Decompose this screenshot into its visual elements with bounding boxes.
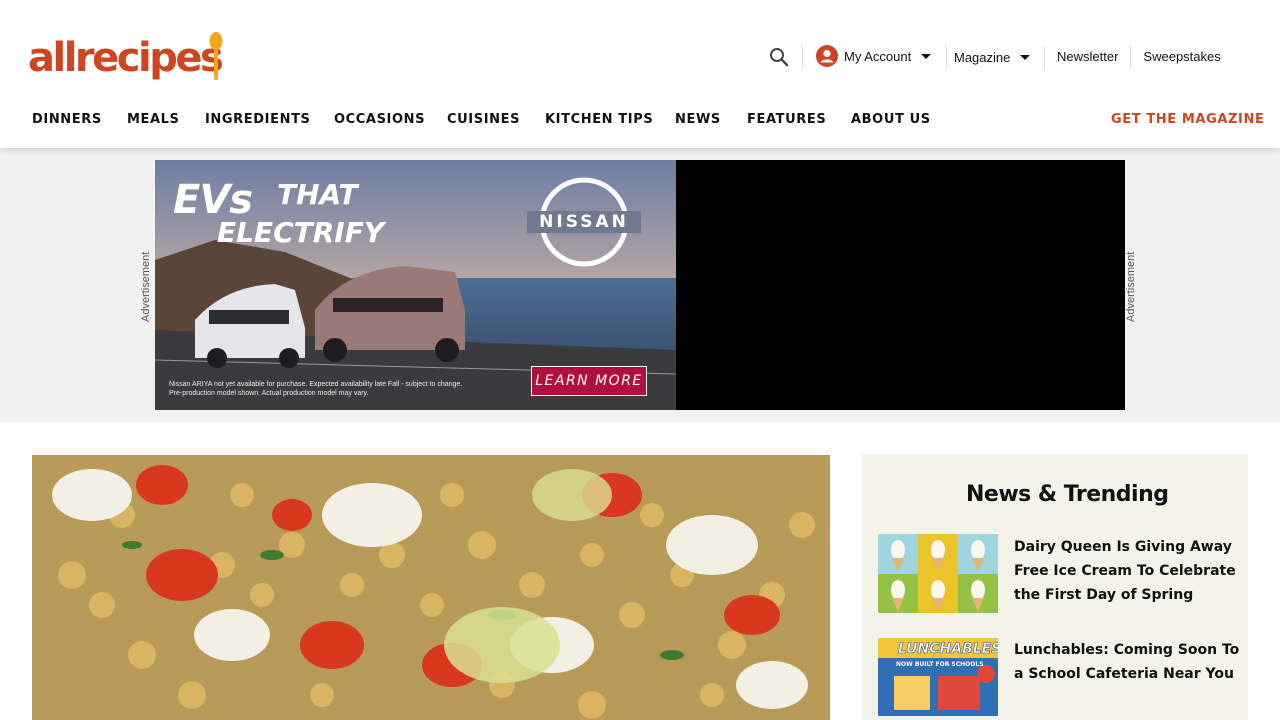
hero-image[interactable] — [32, 455, 830, 720]
account-icon — [816, 45, 838, 67]
lunchables-thumb-sub: NOW BUILT FOR SCHOOLS — [896, 661, 984, 668]
magazine-menu[interactable]: Magazine — [954, 47, 1031, 67]
divider — [946, 45, 947, 69]
nav-dinners[interactable]: DINNERS — [32, 110, 102, 130]
my-account-label: My Account — [844, 48, 912, 64]
ad-headline-evs: EVs — [173, 177, 253, 223]
header-links: Newsletter Sweepstakes — [1044, 45, 1237, 69]
roasted-chickpeas-photo — [32, 455, 830, 720]
site-header: allrecipes My Account Magazine Newslette… — [0, 0, 1280, 148]
get-the-magazine-link[interactable]: GET THE MAGAZINE — [1111, 110, 1264, 130]
search-icon — [770, 48, 789, 67]
divider — [802, 45, 803, 69]
ad-headline-electrify: ELECTRIFY — [217, 216, 385, 249]
nav-cuisines[interactable]: CUISINES — [447, 110, 520, 130]
my-account-menu[interactable]: My Account — [816, 44, 932, 68]
news-trending-title: News & Trending — [966, 482, 1169, 507]
ad-headline-that: THAT — [277, 178, 358, 211]
ice-cream-collage — [878, 534, 998, 613]
main-nav: DINNERS MEALS INGREDIENTS OCCASIONS CUIS… — [0, 110, 1280, 132]
newsletter-link[interactable]: Newsletter — [1044, 46, 1130, 68]
nav-news[interactable]: NEWS — [675, 110, 721, 130]
nav-features[interactable]: FEATURES — [747, 110, 826, 130]
ad-disclaimer[interactable]: Nissan ARIYA not yet available for purch… — [169, 380, 469, 398]
nissan-brand: NISSAN — [539, 212, 629, 232]
site-logo[interactable]: allrecipes — [28, 32, 224, 80]
lunchables-headline[interactable]: Lunchables: Coming Soon To a School Cafe… — [1014, 638, 1242, 686]
caret-down-icon — [921, 53, 932, 59]
ad-label-left: Advertisement — [140, 251, 152, 322]
caret-down-icon — [1020, 54, 1031, 60]
nav-about-us[interactable]: ABOUT US — [851, 110, 931, 130]
search-button[interactable] — [767, 44, 791, 70]
dairy-queen-thumbnail[interactable] — [878, 534, 998, 613]
magazine-label: Magazine — [954, 49, 1011, 65]
nav-occasions[interactable]: OCCASIONS — [334, 110, 425, 130]
learn-more-button[interactable]: LEARN MORE — [531, 366, 647, 396]
dairy-queen-headline[interactable]: Dairy Queen Is Giving Away Free Ice Crea… — [1014, 535, 1242, 607]
news-trending-panel: News & Trending Dairy Queen Is Giving Aw… — [862, 454, 1248, 720]
spoon-icon — [209, 32, 223, 80]
lunchables-thumbnail[interactable]: LUNCHABLES NOW BUILT FOR SCHOOLS — [878, 638, 998, 716]
ad-image: EVs THAT ELECTRIFY NISSAN Nissan ARIYA n… — [155, 160, 676, 410]
logo-text: allrecipes — [28, 35, 224, 81]
nav-ingredients[interactable]: INGREDIENTS — [205, 110, 311, 130]
lunchables-thumb-text: LUNCHABLES — [898, 641, 998, 658]
nav-meals[interactable]: MEALS — [127, 110, 180, 130]
sweepstakes-link[interactable]: Sweepstakes — [1130, 46, 1232, 68]
ad-banner[interactable]: EVs THAT ELECTRIFY NISSAN Nissan ARIYA n… — [155, 160, 1125, 410]
nav-kitchen-tips[interactable]: KITCHEN TIPS — [545, 110, 653, 130]
ad-label-right: Advertisement — [1125, 251, 1137, 322]
